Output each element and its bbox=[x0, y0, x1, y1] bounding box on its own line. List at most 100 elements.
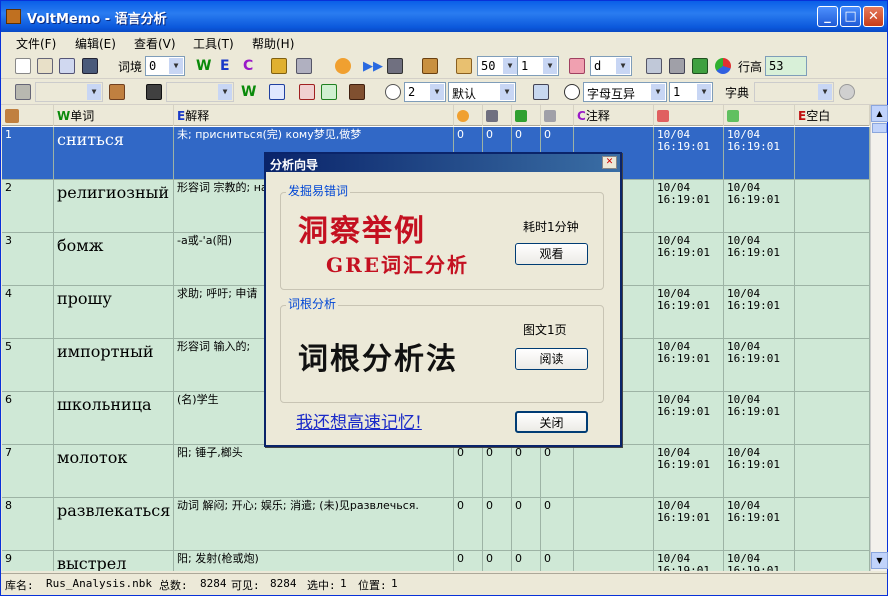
pie-chart-icon[interactable] bbox=[715, 58, 731, 74]
menu-view[interactable]: 查看(V) bbox=[134, 35, 176, 52]
delete-date-icon[interactable] bbox=[299, 84, 315, 100]
filter-icon[interactable] bbox=[15, 84, 31, 100]
row-blank[interactable] bbox=[795, 445, 870, 498]
row-word[interactable]: прошу bbox=[54, 286, 174, 339]
row-blank[interactable] bbox=[795, 339, 870, 392]
row-created-date[interactable]: 10/04 16:19:01 bbox=[654, 233, 724, 286]
row-reviewed-date[interactable]: 10/04 16:19:01 bbox=[724, 498, 795, 551]
flame-column-header[interactable] bbox=[454, 105, 483, 126]
dialog-close-icon[interactable]: ✕ bbox=[602, 156, 617, 169]
comment-c-icon[interactable]: C bbox=[243, 57, 253, 75]
row-count-2[interactable]: 0 bbox=[483, 445, 512, 498]
row-comment[interactable] bbox=[574, 551, 654, 571]
shield-column-header[interactable] bbox=[541, 105, 574, 126]
font-count-select[interactable]: 1 ▼ bbox=[517, 56, 559, 76]
save-icon[interactable] bbox=[82, 58, 98, 74]
row-word[interactable]: выстрел bbox=[54, 551, 174, 571]
row-index[interactable]: 6 bbox=[2, 392, 54, 445]
row-blank[interactable] bbox=[795, 286, 870, 339]
row-height-input[interactable]: 53 bbox=[765, 56, 807, 76]
watch-button[interactable]: 观看 bbox=[515, 243, 588, 265]
dictionary-lookup-icon[interactable] bbox=[839, 84, 855, 100]
book-icon[interactable] bbox=[349, 84, 365, 100]
row-blank[interactable] bbox=[795, 392, 870, 445]
row-index[interactable]: 4 bbox=[2, 286, 54, 339]
row-blank[interactable] bbox=[795, 233, 870, 286]
row-index[interactable]: 1 bbox=[2, 127, 54, 180]
definition-column-header[interactable]: E 解释 bbox=[174, 105, 454, 126]
row-word[interactable]: молоток bbox=[54, 445, 174, 498]
comment-column-header[interactable]: C 注释 bbox=[574, 105, 654, 126]
blank-column-header[interactable]: E 空白 bbox=[795, 105, 870, 126]
table-row[interactable]: 9 выстрел 阳; 发射(枪或炮) 0 0 0 0 10/04 16:19:01 10/04… bbox=[2, 551, 870, 571]
row-reviewed-date[interactable]: 10/04 16:19:01 bbox=[724, 180, 795, 233]
vertical-scrollbar[interactable]: ▲ ▼ bbox=[870, 105, 888, 571]
row-index[interactable]: 8 bbox=[2, 498, 54, 551]
row-word[interactable]: импортный bbox=[54, 339, 174, 392]
print-icon[interactable] bbox=[669, 58, 685, 74]
table-row[interactable]: 7 молоток 阳; 锤子,榔头 0 0 0 0 10/04 16:19:01 10/04 16… bbox=[2, 445, 870, 498]
compare-select[interactable]: 字母互异 ▼ bbox=[583, 82, 667, 102]
open-book-icon[interactable] bbox=[37, 58, 53, 74]
row-comment[interactable] bbox=[574, 498, 654, 551]
dialog-close-button[interactable]: 关闭 bbox=[515, 411, 588, 433]
row-created-date[interactable]: 10/04 16:19:01 bbox=[654, 445, 724, 498]
broom-icon[interactable] bbox=[422, 58, 438, 74]
row-created-date[interactable]: 10/04 16:19:01 bbox=[654, 551, 724, 571]
compare-count-select[interactable]: 1 ▼ bbox=[669, 82, 713, 102]
row-word[interactable]: сниться bbox=[54, 127, 174, 180]
row-comment[interactable] bbox=[574, 445, 654, 498]
timer-select[interactable]: 2 ▼ bbox=[404, 82, 446, 102]
calendar-icon[interactable] bbox=[646, 58, 662, 74]
eraser-icon[interactable] bbox=[569, 58, 585, 74]
row-blank[interactable] bbox=[795, 127, 870, 180]
tree-icon[interactable] bbox=[109, 84, 125, 100]
row-blank[interactable] bbox=[795, 551, 870, 571]
fast-memory-link[interactable]: 我还想高速记忆! bbox=[296, 408, 422, 433]
open-folder-icon[interactable] bbox=[59, 58, 75, 74]
scroll-thumb[interactable] bbox=[872, 123, 887, 133]
row-created-date[interactable]: 10/04 16:19:01 bbox=[654, 498, 724, 551]
row-count-2[interactable]: 0 bbox=[483, 551, 512, 571]
row-reviewed-date[interactable]: 10/04 16:19:01 bbox=[724, 286, 795, 339]
row-count-4[interactable]: 0 bbox=[541, 551, 574, 571]
row-count-1[interactable]: 0 bbox=[454, 498, 483, 551]
row-created-date[interactable]: 10/04 16:19:01 bbox=[654, 286, 724, 339]
row-index[interactable]: 9 bbox=[2, 551, 54, 571]
row-index[interactable]: 7 bbox=[2, 445, 54, 498]
row-reviewed-date[interactable]: 10/04 16:19:01 bbox=[724, 551, 795, 571]
word-w-icon[interactable]: W bbox=[241, 83, 256, 101]
row-created-date[interactable]: 10/04 16:19:01 bbox=[654, 180, 724, 233]
menu-file[interactable]: 文件(F) bbox=[16, 35, 56, 52]
row-blank[interactable] bbox=[795, 498, 870, 551]
lock-icon[interactable] bbox=[271, 58, 287, 74]
clock-icon[interactable] bbox=[385, 84, 401, 100]
row-word[interactable]: бомж bbox=[54, 233, 174, 286]
new-file-icon[interactable] bbox=[15, 58, 31, 74]
menu-help[interactable]: 帮助(H) bbox=[252, 35, 294, 52]
row-created-date[interactable]: 10/04 16:19:01 bbox=[654, 339, 724, 392]
read-button[interactable]: 阅读 bbox=[515, 348, 588, 370]
scroll-up-icon[interactable]: ▲ bbox=[871, 105, 888, 122]
dictionary-select[interactable]: ▼ bbox=[754, 82, 834, 102]
row-word[interactable]: школьница bbox=[54, 392, 174, 445]
font-size-select[interactable]: 50 ▼ bbox=[477, 56, 519, 76]
context-select[interactable]: 0 ▼ bbox=[145, 56, 185, 76]
reviewed-date-column-header[interactable] bbox=[724, 105, 795, 126]
row-count-3[interactable]: 0 bbox=[512, 445, 541, 498]
flame-icon[interactable] bbox=[335, 58, 351, 74]
row-reviewed-date[interactable]: 10/04 16:19:01 bbox=[724, 127, 795, 180]
row-word[interactable]: религиозный bbox=[54, 180, 174, 233]
film-column-header[interactable] bbox=[483, 105, 512, 126]
printer-icon[interactable] bbox=[533, 84, 549, 100]
row-definition[interactable]: 动词 解闷; 开心; 娱乐; 消遣; (未)见развлечься. bbox=[174, 498, 454, 551]
table-row[interactable]: 8 развлекаться 动词 解闷; 开心; 娱乐; 消遣; (未)见разв… bbox=[2, 498, 870, 551]
row-reviewed-date[interactable]: 10/04 16:19:01 bbox=[724, 339, 795, 392]
mode-select[interactable]: 默认 ▼ bbox=[448, 82, 516, 102]
binoculars-icon[interactable] bbox=[146, 84, 162, 100]
row-index[interactable]: 3 bbox=[2, 233, 54, 286]
title-bar[interactable]: VoltMemo - 语言分析 _ □ ✕ bbox=[1, 1, 887, 32]
row-blank[interactable] bbox=[795, 180, 870, 233]
row-word[interactable]: развлекаться bbox=[54, 498, 174, 551]
row-index[interactable]: 5 bbox=[2, 339, 54, 392]
